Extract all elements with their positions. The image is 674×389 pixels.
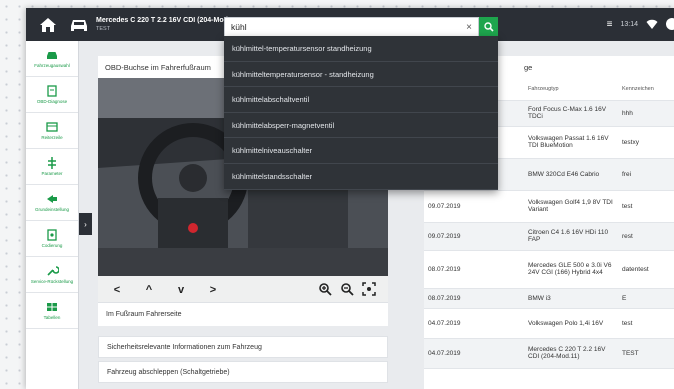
parameter-icon [48,157,56,169]
column-header-plate: Kennzeichen [618,78,674,101]
sidebar-toggle-button[interactable]: › [79,213,92,235]
sidebar-item-codierung[interactable]: Codierung [26,221,78,257]
cell-plate: rest [618,222,674,251]
suggestion-item[interactable]: kühlmittelabschaltventil [224,87,498,113]
column-header-vehicle: Fahrzeugtyp [524,78,618,101]
table-row[interactable]: 08.07.2019 BMW i3 E [424,288,674,309]
coding-icon [47,229,57,241]
sidebar-item-label: Tabellen [43,315,61,320]
cell-plate: hhh [618,100,674,127]
cell-vehicle: BMW i3 [524,288,618,309]
sidebar-item-label: Grundeinstellung [34,207,70,212]
cell-date: 08.07.2019 [424,250,524,289]
cell-vehicle: BMW 320Cd E46 Cabrio [524,158,618,191]
cell-vehicle: Mercedes C 220 T 2.2 16V CDI (204-Mod.11… [524,338,618,369]
sidebar-item-label: Fahrzeugauswahl [34,63,70,68]
sidebar-item-label: Reiterzeile [41,135,63,140]
sidebar-item-obd-diagnose[interactable]: OBD-Diagnose [26,77,78,113]
info-section-link[interactable]: Fahrzeug abschleppen (Schaltgetriebe) [98,361,388,383]
nav-up-button[interactable]: ^ [140,284,158,296]
cell-date: 04.07.2019 [424,338,524,369]
sidebar-item-label: OBD-Diagnose [36,99,68,104]
cell-plate: TEST [618,338,674,369]
suggestion-item[interactable]: kühlmittelniveauschalter [224,138,498,164]
zoom-out-icon[interactable] [340,282,354,296]
vehicle-subtitle: TEST [96,25,111,32]
nav-down-button[interactable]: v [172,284,190,296]
clear-search-icon[interactable]: × [460,22,478,33]
tables-icon [47,303,57,311]
sidebar-item-fahrzeugauswahl[interactable]: Fahrzeugauswahl [26,41,78,77]
sidebar-item-service-rueckstellung[interactable]: Service-Rückstellung [26,257,78,293]
service-icon [47,266,59,276]
cell-vehicle: Volkswagen Polo 1,4i 16V [524,308,618,339]
search-box: × [224,17,479,37]
cell-date: 04.07.2019 [424,308,524,339]
cell-vehicle: Ford Focus C-Max 1.6 16V TDCi [524,100,618,127]
tab-icon [46,122,58,132]
search-icon [483,22,494,32]
cell-date: 09.07.2019 [424,222,524,251]
profile-icon[interactable] [666,18,674,30]
sidebar-item-reiterzeile[interactable]: Reiterzeile [26,113,78,149]
sidebar-item-grundeinstellung[interactable]: Grundeinstellung [26,185,78,221]
suggestion-item[interactable]: kühlmitteltemperatursensor - standheizun… [224,62,498,88]
cell-plate: test [618,308,674,339]
suggestion-item[interactable]: kühlmittel-temperatursensor standheizung [224,36,498,62]
zoom-in-icon[interactable] [318,282,332,296]
sidebar-item-parameter[interactable]: Parameter [26,149,78,185]
menu-icon[interactable]: ≡ [607,19,613,30]
sidebar-item-label: Parameter [41,171,63,176]
sidebar-item-tabellen[interactable]: Tabellen [26,293,78,329]
search-suggestions-dropdown: kühlmittel-temperatursensor standheizung… [224,36,498,190]
nav-left-button[interactable]: < [108,284,126,296]
table-row[interactable]: 04.07.2019 Mercedes C 220 T 2.2 16V CDI (… [424,338,674,369]
cell-plate: test [618,190,674,223]
search-button[interactable] [479,17,498,37]
app-window: Mercedes C 220 T 2.2 16V CDI (204-Mod...… [26,8,674,389]
table-row[interactable]: 09.07.2019 Citroen C4 1.6 16V HDi 110 FAP… [424,222,674,251]
settings-icon [47,195,57,203]
wifi-icon [646,19,658,29]
clock: 13:14 [620,20,638,28]
nav-right-button[interactable]: > [204,284,222,296]
suggestion-item[interactable]: kühlmittelstandsschalter [224,164,498,190]
cell-plate: E [618,288,674,309]
home-icon[interactable] [38,15,58,35]
cell-plate: testxy [618,126,674,159]
table-row[interactable]: 09.07.2019 Volkswagen Golf4 1,9 8V TDI Va… [424,190,674,223]
image-nav: < ^ v > [108,284,222,296]
info-section-link[interactable]: Sicherheitsrelevante Informationen zum F… [98,336,388,358]
cell-vehicle: Volkswagen Passat 1.6 16V TDI BlueMotion [524,126,618,159]
cell-date: 09.07.2019 [424,190,524,223]
cell-plate: datentest [618,250,674,289]
table-row[interactable]: 08.07.2019 Mercedes GLE 500 e 3.0i V6 24V… [424,250,674,289]
cell-vehicle: Volkswagen Golf4 1,9 8V TDI Variant [524,190,618,223]
table-row[interactable]: 04.07.2019 Volkswagen Polo 1,4i 16V test [424,308,674,339]
cell-vehicle: Mercedes GLE 500 e 3.0i V6 24V CGI (166)… [524,250,618,289]
fit-screen-icon[interactable] [362,282,376,296]
sidebar: Fahrzeugauswahl OBD-Diagnose Reiterzeile… [26,41,79,389]
image-caption: Im Fußraum Fahrerseite [98,302,388,326]
panel-title-text: ge [524,63,533,72]
diagnose-icon [47,85,57,97]
vehicle-info[interactable]: Mercedes C 220 T 2.2 16V CDI (204-Mod...… [96,16,234,34]
zoom-controls [318,282,376,296]
sidebar-item-label: Codierung [41,243,63,248]
sidebar-item-label: Service-Rückstellung [30,279,74,284]
car-icon[interactable] [68,15,90,35]
status-area: ≡ 13:14 [607,18,674,30]
cell-vehicle: Citroen C4 1.6 16V HDi 110 FAP [524,222,618,251]
suggestion-item[interactable]: kühlmittelabsperr-magnetventil [224,113,498,139]
vehicle-title: Mercedes C 220 T 2.2 16V CDI (204-Mod...… [96,16,234,24]
cell-plate: frei [618,158,674,191]
cell-date: 08.07.2019 [424,288,524,309]
car-icon [47,52,57,59]
search-input[interactable] [225,18,460,36]
